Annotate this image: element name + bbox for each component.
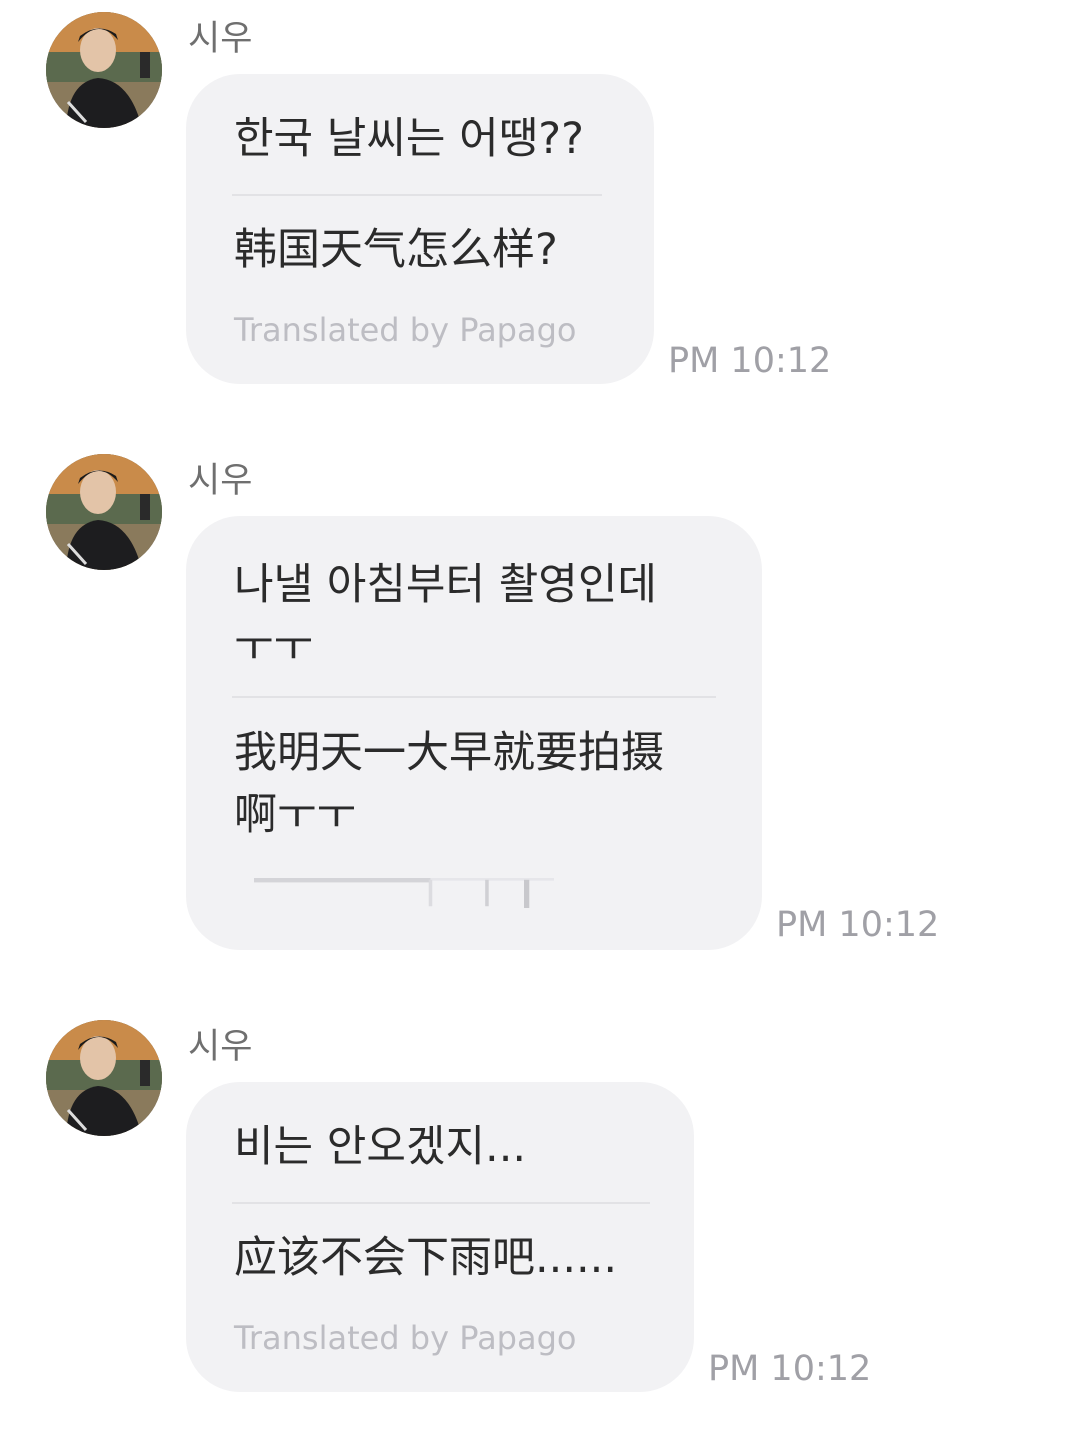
- message-bubble[interactable]: 나낼 아침부터 촬영인데 ㅜㅜ 我明天一大早就要拍摄 啊ㅜㅜ: [186, 516, 762, 950]
- sender-name: 시우: [188, 19, 253, 59]
- original-text: 비는 안오겠지...: [234, 1122, 527, 1172]
- translated-text: 韩国天气怎么样?: [234, 225, 558, 275]
- translation-credit: Translated by Papago: [234, 311, 577, 349]
- translation-loading-indicator: [254, 878, 554, 908]
- avatar[interactable]: [46, 1020, 162, 1136]
- message-bubble[interactable]: 한국 날씨는 어땡?? 韩国天气怎么样? Translated by Papag…: [186, 74, 654, 384]
- translated-text: 应该不会下雨吧......: [234, 1233, 618, 1283]
- message-bubble[interactable]: 비는 안오겠지... 应该不会下雨吧...... Translated by P…: [186, 1082, 694, 1392]
- sender-name: 시우: [188, 461, 253, 501]
- translation-credit: Translated by Papago: [234, 1319, 577, 1357]
- avatar[interactable]: [46, 454, 162, 570]
- avatar[interactable]: [46, 12, 162, 128]
- original-text: 한국 날씨는 어땡??: [234, 114, 584, 164]
- timestamp: PM 10:12: [708, 1349, 872, 1389]
- divider: [232, 696, 716, 698]
- original-text: 나낼 아침부터 촬영인데 ㅜㅜ: [234, 560, 657, 672]
- timestamp: PM 10:12: [668, 341, 832, 381]
- divider: [232, 194, 602, 196]
- translated-text: 我明天一大早就要拍摄 啊ㅜㅜ: [234, 728, 664, 840]
- divider: [232, 1202, 650, 1204]
- sender-name: 시우: [188, 1027, 253, 1067]
- timestamp: PM 10:12: [776, 905, 940, 945]
